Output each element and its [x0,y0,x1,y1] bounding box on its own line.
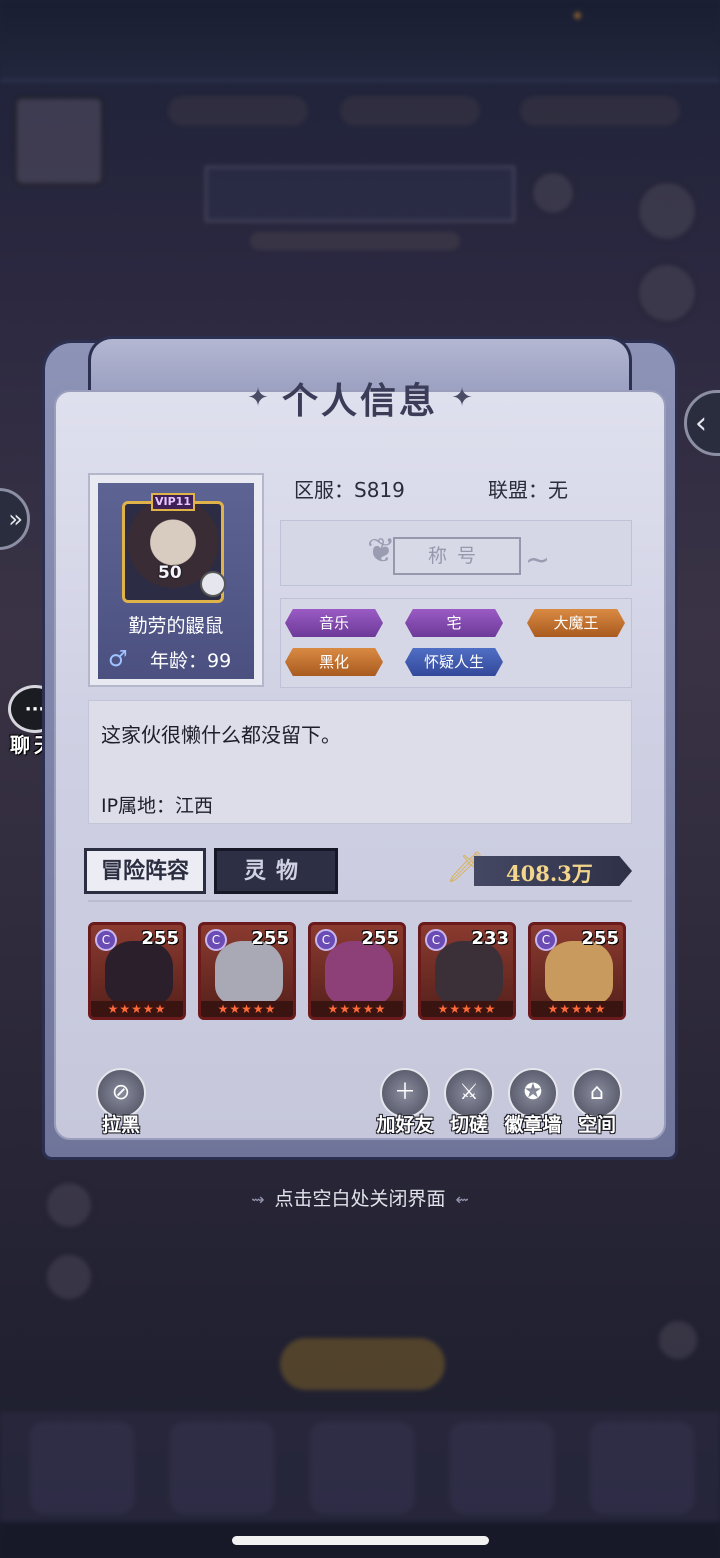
bg-nav-item [310,1422,414,1514]
bg-nav-item [450,1422,554,1514]
tag-music: 音乐 [285,609,383,637]
close-hint[interactable]: ⇝ 点击空白处关闭界面 ⇜ [0,1184,720,1211]
tag-demon-king: 大魔王 [527,609,625,637]
hero-level: 255 [581,928,619,949]
tags-box: 音乐 宅 大魔王 黑化 怀疑人生 [280,598,632,688]
tag-doubt-life: 怀疑人生 [405,648,503,676]
star-rating: ★★★★★ [311,1001,403,1017]
duel-button[interactable]: ⚔ 切磋 [434,1068,504,1137]
bg-resource [520,96,680,126]
power-bar: 408.3万 [474,856,632,886]
bg-banner [205,166,515,222]
block-label: 拉黑 [101,1114,140,1136]
star-rating: ★★★★★ [91,1001,183,1017]
badge-wall-label: 徽章墙 [504,1114,562,1136]
signature-box: 这家伙很懒什么都没留下。 IP属地：江西 [88,700,632,824]
avatar-background: VIP11 50 勤劳的鼹鼠 ♂ 年龄：99 [98,483,254,679]
flourish-left-icon: ❦ [367,531,396,571]
title-plate[interactable]: 称号 [393,537,521,575]
alliance-label: 联盟：无 [488,478,568,502]
player-age: 年龄：99 [150,650,232,672]
bg-round-button [44,1252,94,1302]
bg-round-button [636,180,698,242]
class-icon: C [535,929,557,951]
bg-nav-item [170,1422,274,1514]
male-icon: ♂ [108,647,128,672]
signature-text: 这家伙很懒什么都没留下。 [101,723,341,747]
hero-portrait [215,941,283,1005]
star-icon: ✦ [247,383,269,413]
player-name: 勤劳的鼹鼠 [128,615,224,637]
player-level: 50 [158,563,182,583]
bg-round-button [530,170,576,216]
bg-avatar [14,96,104,186]
bg-round-button [656,1318,700,1362]
tag-dark: 黑化 [285,648,383,676]
hero-portrait [325,941,393,1005]
star-rating: ★★★★★ [531,1001,623,1017]
bg-top-bar [0,0,720,82]
arrow-deco-icon: ⇜ [455,1190,469,1209]
level-orb-icon [200,571,226,597]
bg-nav-item [590,1422,694,1514]
add-friend-button[interactable]: ＋ 加好友 [370,1068,440,1137]
class-icon: C [315,929,337,951]
space-button[interactable]: ⌂ 空间 [562,1068,632,1137]
duel-label: 切磋 [449,1114,488,1136]
bg-round-button [636,262,698,324]
arrow-deco-icon: ⇝ [251,1190,265,1209]
hero-level: 233 [471,928,509,949]
hero-portrait [435,941,503,1005]
hero-level: 255 [251,928,289,949]
hero-card[interactable]: C 255 ★★★★★ [528,922,626,1020]
flourish-right-icon: ~ [525,543,551,578]
profile-panel: ✦ 个人信息 ✦ VIP11 50 勤劳的鼹鼠 ♂ 年龄：99 区服：S819 … [42,336,678,1160]
bg-resource [168,96,308,126]
avatar-card[interactable]: VIP11 50 勤劳的鼹鼠 ♂ 年龄：99 [88,473,264,687]
hero-level: 255 [361,928,399,949]
bg-progress [250,232,460,250]
home-indicator[interactable] [232,1536,489,1545]
double-chevron-right-icon: » [8,505,23,533]
tab-team[interactable]: 冒险阵容 [84,848,206,894]
power-value: 408.3万 [506,861,593,886]
hero-card[interactable]: C 255 ★★★★★ [308,922,406,1020]
add-friend-label: 加好友 [376,1114,434,1136]
hero-portrait [105,941,173,1005]
bg-gold-button [280,1338,445,1390]
hero-card[interactable]: C 255 ★★★★★ [198,922,296,1020]
block-button[interactable]: ⊘ 拉黑 [86,1068,156,1137]
class-icon: C [95,929,117,951]
star-icon: ✦ [451,383,473,413]
chevron-left-icon: ‹ [695,405,707,441]
hero-level: 255 [141,928,179,949]
hero-portrait [545,941,613,1005]
hero-card[interactable]: C 255 ★★★★★ [88,922,186,1020]
hero-list: C 255 ★★★★★ C 255 ★★★★★ C 255 ★★★★★ C 23… [88,900,632,1030]
vip-badge: VIP11 [151,493,195,511]
badge-wall-button[interactable]: ✪ 徽章墙 [498,1068,568,1137]
space-label: 空间 [577,1114,616,1136]
bg-nav-item [30,1422,134,1514]
bg-notification-dot [574,12,581,19]
panel-title: 个人信息 [281,380,438,422]
tab-spirit[interactable]: 灵物 [214,848,338,894]
title-row: ❦ 称号 ~ [280,520,632,586]
ip-location: IP属地：江西 [101,795,214,817]
bg-resource [340,96,480,126]
tag-otaku: 宅 [405,609,503,637]
hero-card[interactable]: C 233 ★★★★★ [418,922,516,1020]
server-info-row: 区服：S819 联盟：无 [280,468,632,508]
panel-header: ✦ 个人信息 ✦ [42,372,678,424]
star-rating: ★★★★★ [201,1001,293,1017]
close-hint-text: 点击空白处关闭界面 [274,1188,446,1210]
class-icon: C [205,929,227,951]
class-icon: C [425,929,447,951]
server-label: 区服：S819 [294,478,405,502]
star-rating: ★★★★★ [421,1001,513,1017]
